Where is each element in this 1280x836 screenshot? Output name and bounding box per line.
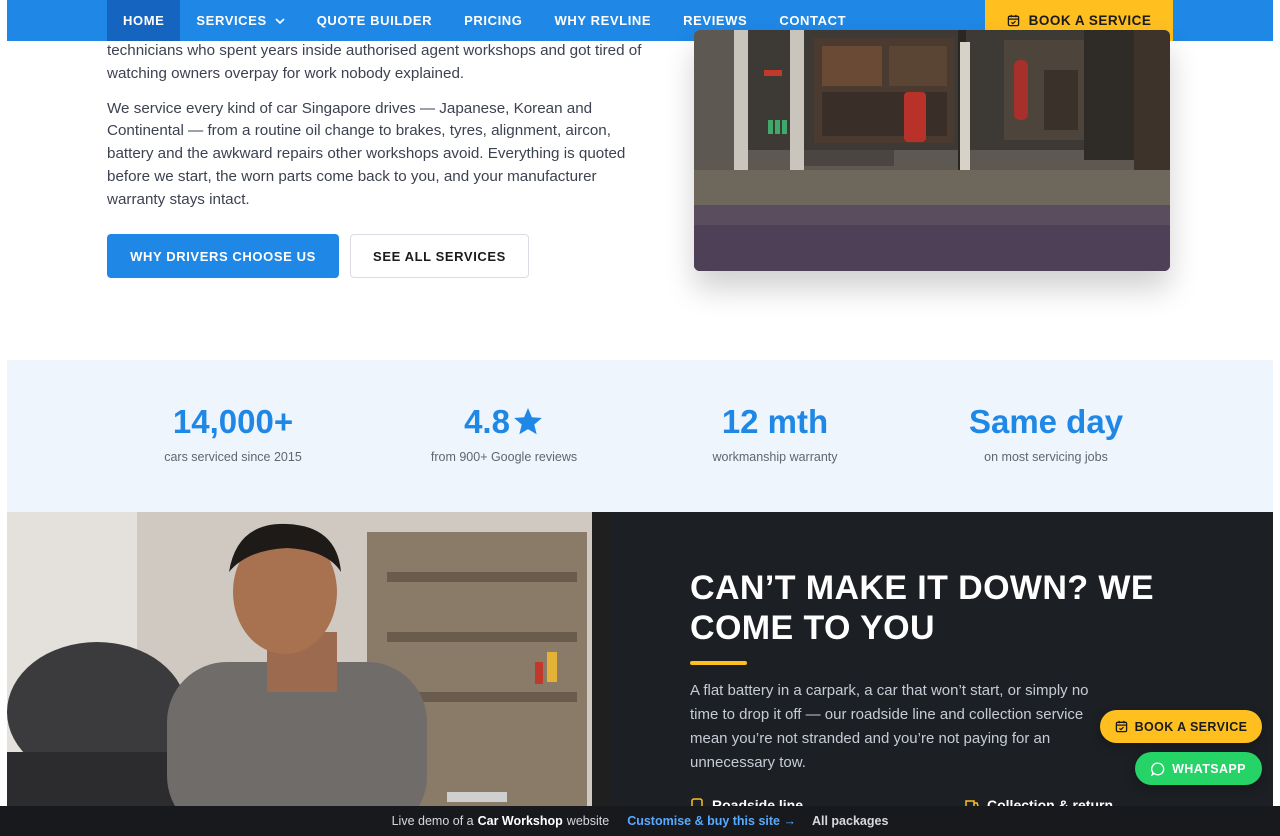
intro-text: technicians who spent years inside autho…	[107, 41, 652, 224]
mobile-heading: CAN’T MAKE IT DOWN? WE COME TO YOU	[690, 569, 1154, 647]
nav-item-quote-builder[interactable]: QUOTE BUILDER	[301, 0, 448, 41]
stat-value: Same day	[968, 403, 1124, 440]
nav-label: QUOTE BUILDER	[316, 13, 433, 28]
stat-cars-serviced: 14,000+ cars serviced since 2015	[103, 400, 363, 464]
nav-item-home[interactable]: HOME	[107, 0, 181, 41]
stat-label: from 900+ Google reviews	[430, 450, 578, 464]
calendar-icon	[1007, 14, 1019, 27]
stat-value: 12 mth	[721, 403, 829, 440]
intro-paragraph-2: We service every kind of car Singapore d…	[107, 99, 626, 208]
stat-same-day: Same day on most servicing jobs	[916, 400, 1176, 464]
nav-item-services[interactable]: SERVICES	[180, 0, 300, 41]
nav-label: SERVICES	[196, 13, 267, 28]
stat-label: cars serviced since 2015	[164, 450, 302, 464]
mobile-service-section: CAN’T MAKE IT DOWN? WE COME TO YOU A fla…	[7, 512, 1273, 836]
demo-prefix: Live demo of a	[391, 814, 474, 828]
demo-site-type: Car Workshop	[477, 814, 563, 828]
floating-whatsapp-button[interactable]: WHATSAPP	[1135, 752, 1262, 785]
stat-label: workmanship warranty	[712, 450, 838, 464]
star-icon	[514, 408, 542, 435]
chevron-down-icon	[275, 17, 285, 24]
nav-label: WHY REVLINE	[554, 13, 652, 28]
nav-item-pricing[interactable]: PRICING	[448, 0, 538, 41]
nav-label: REVIEWS	[683, 13, 748, 28]
all-packages-link[interactable]: All packages	[812, 814, 888, 828]
stat-value-row: 4.8	[374, 400, 634, 444]
demo-suffix: website	[566, 814, 610, 828]
nav-item-why-revline[interactable]: WHY REVLINE	[539, 0, 668, 41]
stat-warranty: 12 mth workmanship warranty	[645, 400, 905, 464]
intro-paragraph-1: technicians who spent years inside autho…	[107, 42, 642, 82]
mobile-description: A flat battery in a carpark, a car that …	[690, 682, 1089, 771]
workshop-illustration	[694, 30, 1170, 271]
floating-whatsapp-label: WHATSAPP	[1172, 761, 1246, 776]
nav-label: HOME	[123, 13, 165, 28]
nav-label: CONTACT	[779, 13, 847, 28]
book-service-label: BOOK A SERVICE	[1028, 13, 1152, 28]
floating-book-service-button[interactable]: BOOK A SERVICE	[1100, 710, 1262, 743]
see-all-services-button[interactable]: SEE ALL SERVICES	[350, 234, 529, 278]
stat-value: 4.8	[464, 403, 510, 440]
stat-value: 14,000+	[172, 403, 294, 440]
stat-google-rating: 4.8 from 900+ Google reviews	[374, 400, 634, 464]
workshop-photo	[694, 30, 1170, 271]
mechanic-photo	[7, 512, 612, 836]
stat-label: on most servicing jobs	[984, 450, 1108, 464]
nav-label: PRICING	[464, 13, 523, 28]
stats-section: 14,000+ cars serviced since 2015 4.8 fro…	[7, 360, 1273, 512]
whatsapp-icon	[1151, 762, 1165, 776]
why-drivers-choose-us-button[interactable]: WHY DRIVERS CHOOSE US	[107, 234, 339, 278]
customise-buy-link[interactable]: Customise & buy this site →	[627, 814, 796, 828]
floating-book-label: BOOK A SERVICE	[1134, 719, 1248, 734]
mechanic-illustration	[7, 512, 612, 836]
calendar-icon	[1115, 720, 1127, 733]
demo-bar: Live demo of a Car Workshop website Cust…	[0, 806, 1280, 836]
heading-underline	[690, 661, 747, 665]
